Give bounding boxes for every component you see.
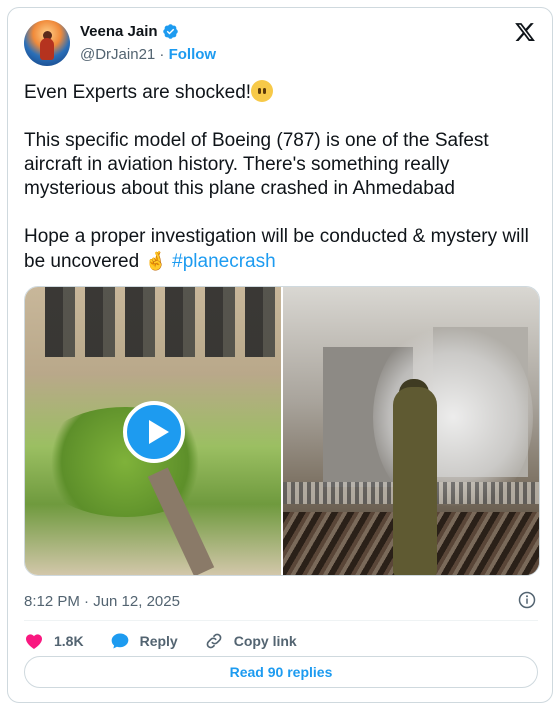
follow-button[interactable]: Follow [169,46,217,63]
reply-bubble-icon [111,633,128,649]
action-bar: 1.8K Reply Copy link [24,626,323,656]
heart-icon [26,634,42,649]
like-count: 1.8K [54,633,84,649]
crash-site-image[interactable] [283,287,539,575]
author-handle[interactable]: @DrJain21 [80,46,155,63]
info-icon[interactable] [518,591,536,609]
avatar-figure-body [40,38,54,60]
copy-link-button[interactable]: Copy link [204,631,297,651]
copy-link-label: Copy link [233,633,297,649]
author-handle-row: @DrJain21 · Follow [80,46,216,63]
play-video-icon[interactable] [123,401,185,463]
soldier-graphic [393,387,437,575]
hashtag-link[interactable]: #planecrash [172,251,276,272]
like-button[interactable]: 1.8K [24,631,84,651]
reply-label: Reply [139,633,178,649]
link-icon [206,633,222,649]
verified-badge-icon [162,24,178,39]
video-thumbnail[interactable] [25,287,281,575]
crowd-legs-graphic [45,287,275,357]
face-without-mouth-emoji-icon [251,80,274,102]
crossed-fingers-emoji-icon: 🤞 [144,251,167,271]
reply-button[interactable]: Reply [110,631,178,651]
tweet-card: Veena Jain @DrJain21 · Follow Even Exper… [7,7,553,703]
tweet-timestamp[interactable]: 8:12 PM · Jun 12, 2025 [24,593,180,610]
author-name-row: Veena Jain [80,23,179,40]
tweet-line-2: This specific model of Boeing (787) is o… [24,130,489,199]
author-name[interactable]: Veena Jain [80,23,158,40]
avatar[interactable] [24,20,70,66]
divider [24,620,538,621]
tweet-line-1: Even Experts are shocked! [24,82,252,103]
x-logo-icon[interactable] [514,21,536,43]
handle-separator: · [155,46,169,63]
tweet-text: Even Experts are shocked! This specific … [24,80,540,274]
tweet-line-3: Hope a proper investigation will be cond… [24,226,529,272]
media-grid [24,286,540,576]
read-replies-button[interactable]: Read 90 replies [24,656,538,688]
